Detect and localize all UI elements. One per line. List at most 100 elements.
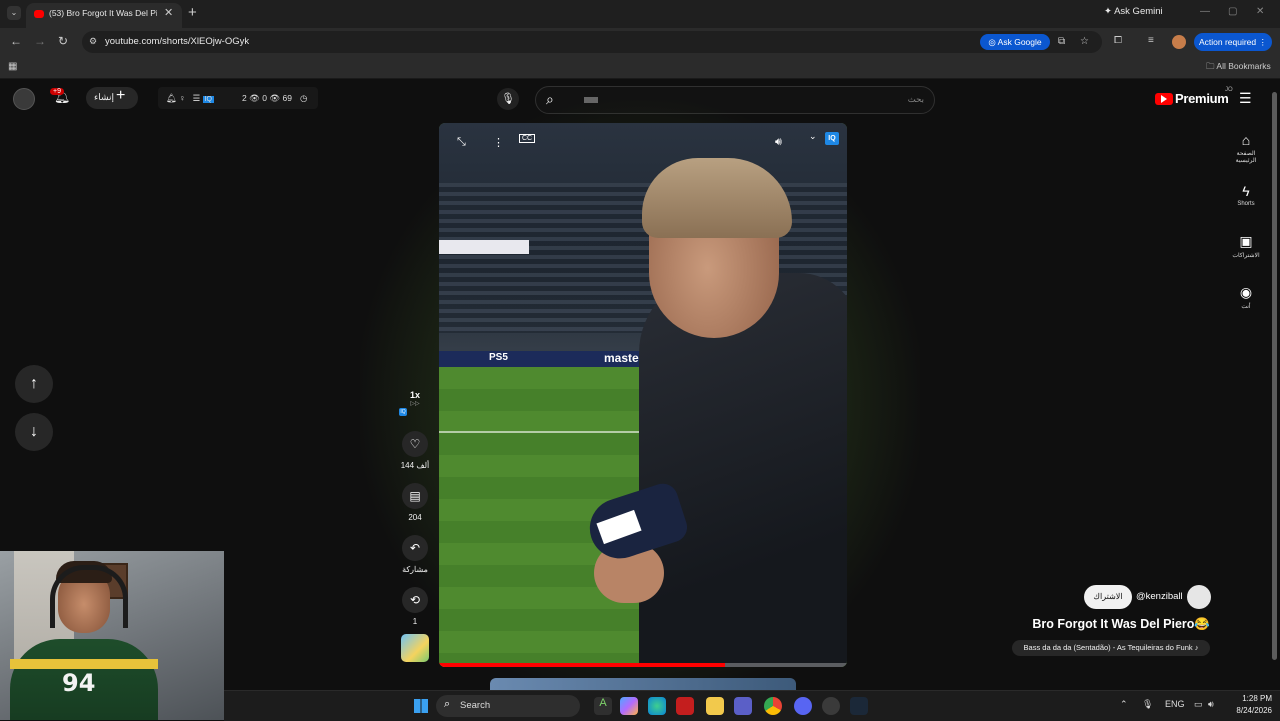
clock-date: 8/24/2026: [1236, 706, 1272, 715]
share-button[interactable]: ↶ مشاركة: [397, 535, 433, 574]
forward-button[interactable]: →: [34, 34, 46, 48]
premium-wordmark[interactable]: Premium: [1175, 91, 1229, 106]
video-progress-fill: [439, 663, 725, 667]
address-bar[interactable]: ⚙ youtube.com/shorts/XlEOjw-OGyk ◎ Ask G…: [82, 31, 1102, 53]
taskbar-search[interactable]: ⌕ Search: [436, 695, 580, 717]
discord-app-icon[interactable]: [794, 697, 812, 715]
nav-label: أنت: [1241, 304, 1251, 310]
browser-toolbar: ← → ↻ ⚙ youtube.com/shorts/XlEOjw-OGyk ◎…: [0, 28, 1280, 56]
browser-tab-active[interactable]: (53) Bro Forgot It Was Del Piero ✕: [26, 3, 182, 28]
short-title[interactable]: Bro Forgot It Was Del Piero😂: [1000, 617, 1210, 632]
search-icon: ⌕: [444, 698, 451, 710]
settings-app-icon[interactable]: [822, 697, 840, 715]
back-button[interactable]: ←: [10, 34, 22, 48]
close-window-button[interactable]: ✕: [1256, 6, 1264, 17]
windows-taskbar: ⌕ Search A ⌃ 🎙︎ ENG ▭ 🔊︎ 1:28 PM 8/24/20…: [224, 690, 1280, 721]
extensions-icon[interactable]: ⧠: [1114, 35, 1122, 46]
speed-icon: ▷▷: [410, 401, 420, 407]
windows-start-icon[interactable]: [414, 699, 428, 713]
account-avatar[interactable]: [13, 88, 35, 110]
taskbar-clock[interactable]: 1:28 PM 8/24/2026: [1224, 693, 1272, 717]
subscribe-button[interactable]: الاشتراك: [1084, 585, 1132, 609]
comment-icon: ▤: [402, 483, 428, 509]
notification-badge: +9: [50, 88, 64, 95]
bookmarks-bar: ▦ 🗀 All Bookmarks: [0, 56, 1280, 79]
extension-icons[interactable]: 🔔︎ ♀ ☰ IQ: [166, 93, 214, 104]
page-scrollbar[interactable]: [1272, 92, 1277, 660]
volume-icon[interactable]: 🔊︎: [775, 136, 782, 149]
collapse-icon[interactable]: ⤡: [457, 136, 466, 149]
webcam-jersey-number: 94: [62, 669, 96, 697]
channel-handle[interactable]: @kenziball: [1136, 591, 1183, 602]
reload-button[interactable]: ↻: [58, 34, 68, 48]
cast-icon[interactable]: ⧉: [1058, 36, 1065, 47]
tray-network-icon[interactable]: ▭: [1194, 699, 1203, 710]
tray-chevron-icon[interactable]: ⌃: [1120, 699, 1128, 710]
chrome-app-icon[interactable]: [764, 697, 782, 715]
bookmark-star-icon[interactable]: ☆: [1080, 36, 1089, 47]
copilot-app-icon[interactable]: [620, 697, 638, 715]
maximize-button[interactable]: ▢: [1228, 6, 1237, 17]
short-video-player[interactable]: PS5 mastercard ⤡ ⋮ CC 🔊︎ ⌄ IQ: [439, 123, 847, 667]
language-indicator[interactable]: ENG: [1165, 699, 1185, 709]
tab-close-icon[interactable]: ✕: [164, 6, 173, 19]
comments-button[interactable]: ▤ 204: [397, 483, 433, 522]
site-info-icon[interactable]: ⚙: [89, 36, 97, 47]
arrow-down-icon: ↓: [30, 423, 38, 440]
video-progress-bar[interactable]: [439, 663, 847, 667]
tab-title: (53) Bro Forgot It Was Del Piero: [49, 8, 157, 18]
captions-icon[interactable]: CC: [519, 134, 536, 143]
tab-search-button[interactable]: ⌄: [7, 6, 21, 20]
browser-tab-strip: ⌄ (53) Bro Forgot It Was Del Piero ✕ + ✦…: [0, 0, 1280, 28]
ask-google-button[interactable]: ◎ Ask Google: [980, 34, 1050, 50]
nav-label: الاشتراكات: [1232, 253, 1260, 259]
gemini-icon: ✦: [1104, 6, 1115, 17]
ask-gemini-button[interactable]: ✦ Ask Gemini: [1104, 6, 1163, 17]
heart-icon: ♡: [402, 431, 428, 457]
chevron-down-icon[interactable]: ⌄: [809, 131, 817, 142]
folder-icon: 🗀: [1206, 61, 1217, 71]
apps-grid-icon[interactable]: ▦: [8, 61, 17, 72]
reading-list-icon[interactable]: ≡: [1148, 35, 1154, 46]
nav-item-home[interactable]: ⌂ الصفحة الرئيسية: [1228, 132, 1264, 164]
region-code: JO: [1225, 87, 1233, 93]
terminal-app-icon[interactable]: A: [594, 697, 612, 715]
file-explorer-icon[interactable]: [706, 697, 724, 715]
sound-thumbnail[interactable]: [401, 634, 429, 662]
teams-app-icon[interactable]: [734, 697, 752, 715]
share-label: مشاركة: [402, 565, 428, 574]
presenter-jacket: [639, 273, 847, 667]
guide-menu-icon[interactable]: ☰: [1239, 90, 1252, 107]
dota-app-icon[interactable]: [676, 697, 694, 715]
url-text: youtube.com/shorts/XlEOjw-OGyk: [105, 36, 250, 47]
sound-chip[interactable]: Bass da da da (Sentadão) - As Tequileira…: [1012, 640, 1210, 656]
more-options-icon[interactable]: ⋮: [493, 136, 504, 149]
you-icon: ◉: [1239, 284, 1253, 300]
profile-avatar[interactable]: [1172, 35, 1186, 49]
webcam-overlay: 94: [0, 551, 224, 720]
nav-item-you[interactable]: ◉ أنت: [1228, 284, 1264, 310]
youtube-favicon-icon: [34, 10, 44, 18]
next-short-preview[interactable]: [490, 678, 796, 690]
remix-button[interactable]: ⟲ 1: [397, 587, 433, 626]
nav-item-subscriptions[interactable]: ▣ الاشتراكات: [1228, 233, 1264, 259]
like-button[interactable]: ♡ 144 ألف: [397, 431, 433, 470]
all-bookmarks-button[interactable]: 🗀 All Bookmarks: [1206, 61, 1271, 75]
create-button[interactable]: إنشاء +: [86, 87, 138, 109]
edge-app-icon[interactable]: [648, 697, 666, 715]
nav-label: الصفحة الرئيسية: [1235, 151, 1257, 164]
channel-avatar[interactable]: [1187, 585, 1211, 609]
action-required-button[interactable]: Action required ⋮: [1194, 33, 1272, 51]
nav-item-shorts[interactable]: ϟ Shorts: [1228, 183, 1264, 207]
extension-counters: 2 👁 0 👁 69: [242, 93, 292, 103]
clock-icon: ◷: [300, 93, 308, 103]
tray-volume-icon[interactable]: 🔊︎: [1208, 699, 1214, 710]
steam-app-icon[interactable]: [850, 697, 868, 715]
next-short-button[interactable]: ↓: [15, 413, 53, 451]
previous-short-button[interactable]: ↑: [15, 365, 53, 403]
new-tab-button[interactable]: +: [188, 4, 197, 21]
iq-extension-icon[interactable]: IQ: [825, 132, 839, 145]
minimize-button[interactable]: —: [1200, 6, 1210, 17]
tray-mic-icon[interactable]: 🎙︎: [1142, 699, 1153, 710]
like-count: 144 ألف: [400, 461, 430, 470]
